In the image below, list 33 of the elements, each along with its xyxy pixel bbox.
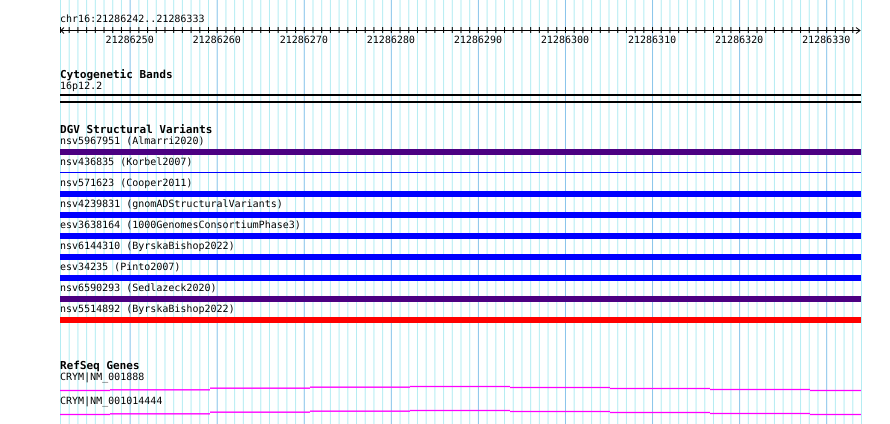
variant-bar[interactable]: [60, 149, 861, 155]
track-title: DGV Structural Variants: [60, 124, 212, 136]
variant-bar[interactable]: [60, 212, 861, 218]
gene-label[interactable]: CRYM|NM_001888: [60, 372, 144, 384]
variant-label[interactable]: esv34235 (Pinto2007): [60, 262, 180, 274]
genome-position: chr16:21286242..21286333: [60, 14, 204, 26]
ruler-label: 21286290: [454, 35, 502, 47]
variant-bar[interactable]: [60, 296, 861, 302]
ruler-label: 21286300: [540, 35, 590, 47]
variant-label[interactable]: nsv6144310 (ByrskaBishop2022): [60, 241, 235, 253]
variant-label[interactable]: nsv5514892 (ByrskaBishop2022): [60, 304, 235, 316]
track-title: RefSeq Genes: [60, 360, 140, 372]
ruler-label: 21286280: [366, 35, 415, 47]
ruler-label: 21286260: [192, 35, 241, 47]
variant-bar[interactable]: [60, 233, 861, 239]
ruler-label: 21286310: [628, 35, 676, 47]
ruler-label: 21286250: [106, 35, 154, 47]
ruler-label: 21286270: [280, 35, 328, 47]
variant-bar[interactable]: [60, 317, 861, 323]
variant-label[interactable]: nsv571623 (Cooper2011): [60, 178, 192, 190]
track-title: Cytogenetic Bands: [60, 69, 173, 81]
variant-label[interactable]: nsv6590293 (Sedlazeck2020): [60, 283, 217, 295]
variant-label[interactable]: nsv436835 (Korbel2007): [60, 157, 192, 169]
ruler-label: 21286320: [715, 35, 764, 47]
band-label[interactable]: 16p12.2: [60, 81, 102, 93]
ruler-label: 21286330: [802, 35, 850, 47]
variant-label[interactable]: nsv5967951 (Almarri2020): [60, 136, 204, 148]
variant-bar[interactable]: [60, 191, 861, 197]
variant-label[interactable]: nsv4239831 (gnomADStructuralVariants): [60, 199, 283, 211]
gene-label[interactable]: CRYM|NM_001014444: [60, 396, 162, 408]
variant-bar[interactable]: [60, 254, 861, 260]
variant-bar[interactable]: [60, 275, 861, 281]
variant-label[interactable]: esv3638164 (1000GenomesConsortiumPhase3): [60, 220, 301, 232]
